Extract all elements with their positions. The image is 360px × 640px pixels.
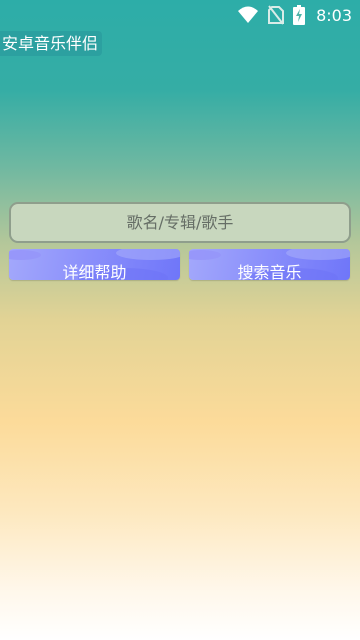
search-input[interactable]: 歌名/专辑/歌手 bbox=[9, 202, 351, 243]
button-decoration bbox=[116, 249, 180, 260]
status-icons: 8:03 bbox=[237, 4, 352, 26]
app-title: 安卓音乐伴侣 bbox=[0, 31, 103, 56]
help-button-label: 详细帮助 bbox=[62, 263, 127, 280]
status-bar: 8:03 bbox=[0, 0, 360, 30]
button-decoration bbox=[286, 249, 350, 260]
button-decoration bbox=[189, 250, 221, 260]
no-sim-icon bbox=[268, 5, 285, 25]
button-decoration bbox=[9, 250, 41, 260]
help-button[interactable]: 详细帮助 bbox=[9, 249, 180, 280]
status-time: 8:03 bbox=[316, 5, 352, 25]
wifi-icon bbox=[237, 5, 259, 25]
search-music-button[interactable]: 搜索音乐 bbox=[189, 249, 350, 280]
search-music-button-label: 搜索音乐 bbox=[237, 263, 302, 280]
battery-charging-icon bbox=[293, 5, 306, 25]
